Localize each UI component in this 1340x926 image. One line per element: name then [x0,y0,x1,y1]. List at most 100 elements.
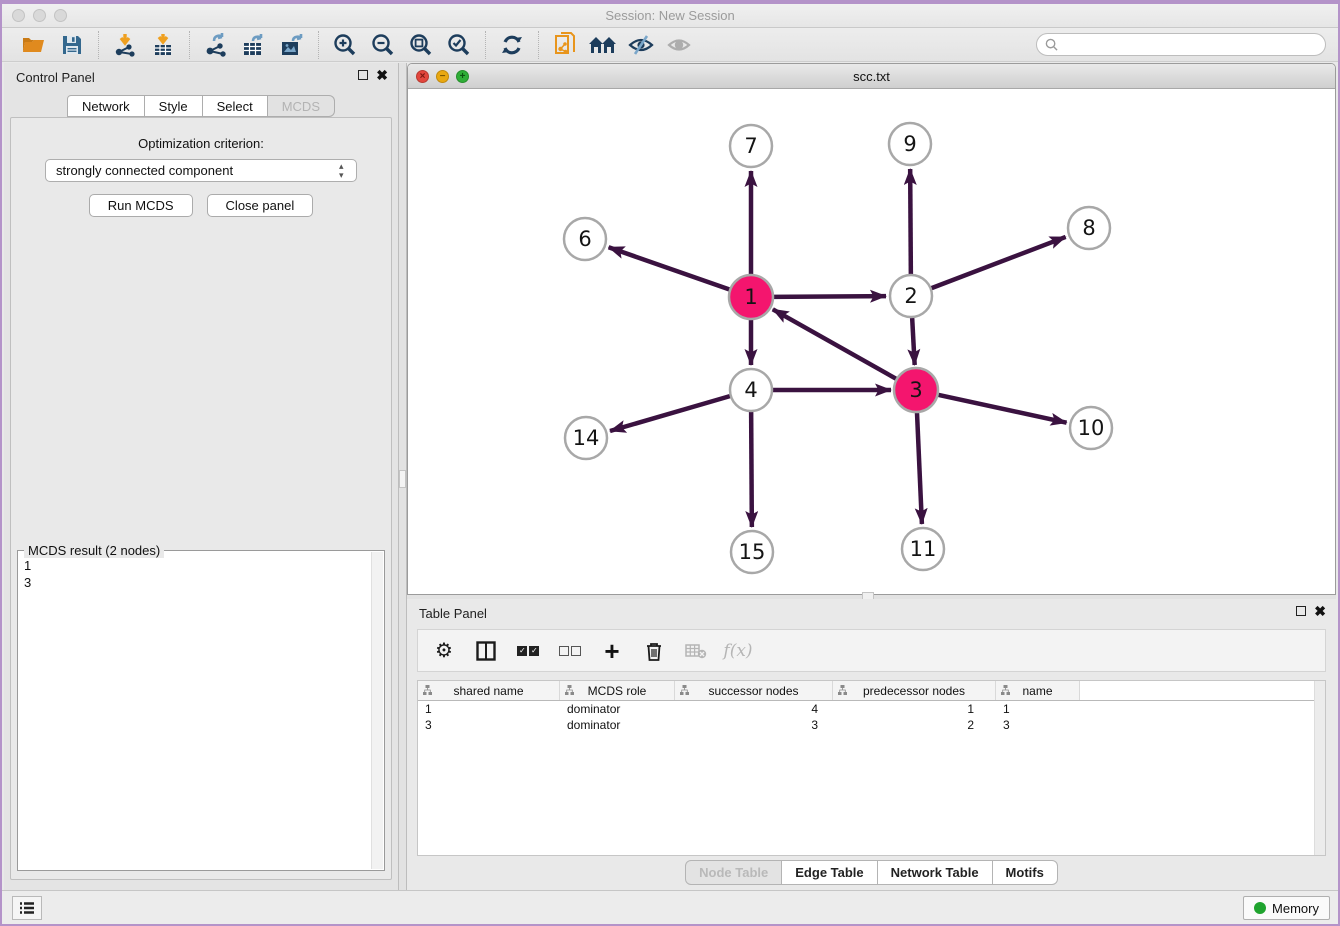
edge-3-10[interactable] [937,395,1066,423]
edge-2-9[interactable] [910,169,911,274]
node-label-1: 1 [744,285,757,309]
delete-table-icon [685,643,707,659]
plus-icon: + [604,641,619,661]
mcds-result-scrollbar[interactable] [371,552,383,869]
main-toolbar [2,28,1338,62]
delete-table-button[interactable] [684,639,708,663]
first-neighbors-button[interactable] [588,31,618,59]
refresh-button[interactable] [497,31,527,59]
delete-column-button[interactable] [642,639,666,663]
add-column-button[interactable]: + [600,639,624,663]
list-icon [19,901,35,915]
edge-3-11[interactable] [917,412,922,524]
vertical-splitter-handle[interactable] [399,470,406,488]
edge-1-6[interactable] [609,247,731,289]
tab-network[interactable]: Network [67,95,145,117]
table-panel-title: Table Panel [419,606,487,621]
column-header-MCDS-role[interactable]: MCDS role [560,681,675,700]
column-header-shared-name[interactable]: shared name [418,681,560,700]
column-layout-button[interactable] [474,639,498,663]
tab-style[interactable]: Style [145,95,203,117]
column-type-icon [565,685,574,696]
close-table-panel-icon[interactable]: ✖ [1314,606,1326,616]
window-title: Session: New Session [2,8,1338,23]
control-panel: Control Panel ✖ NetworkStyleSelectMCDS O… [4,63,398,890]
open-file-button[interactable] [19,31,49,59]
tab-edge-table[interactable]: Edge Table [782,860,877,885]
close-panel-button[interactable]: Close panel [207,194,314,217]
column-type-icon [680,685,689,696]
export-network-button[interactable] [201,31,231,59]
export-image-button[interactable] [277,31,307,59]
tab-select[interactable]: Select [203,95,268,117]
column-header-name[interactable]: name [996,681,1080,700]
edge-4-15[interactable] [751,412,752,527]
table-tabs: Node TableEdge TableNetwork TableMotifs [407,860,1336,885]
float-table-panel-icon[interactable] [1296,606,1306,616]
zoom-out-button[interactable] [368,31,398,59]
zoom-in-button[interactable] [330,31,360,59]
network-window-titlebar[interactable]: × − + scc.txt [408,64,1335,89]
vertical-splitter[interactable] [398,63,407,890]
task-history-button[interactable] [12,896,42,920]
import-network-button[interactable] [110,31,140,59]
edge-1-2[interactable] [773,296,886,297]
import-table-icon [151,33,175,57]
cell-MCDS-role: dominator [560,717,675,733]
memory-button[interactable]: Memory [1243,896,1330,920]
table-row[interactable]: 3dominator323 [418,717,1325,733]
function-builder-button[interactable]: f(x) [726,639,750,663]
node-label-14: 14 [573,426,600,450]
zoom-out-icon [371,33,395,57]
run-mcds-button[interactable]: Run MCDS [89,194,193,217]
zoom-fit-button[interactable] [406,31,436,59]
unselect-all-columns-button[interactable] [558,639,582,663]
titlebar: Session: New Session [2,4,1338,28]
status-bar: Memory [2,890,1338,924]
column-header-successor-nodes[interactable]: successor nodes [675,681,833,700]
tab-network-table[interactable]: Network Table [878,860,993,885]
checked-box-icon [529,646,539,656]
cell-successor-nodes: 4 [675,701,833,717]
zoom-selected-button[interactable] [444,31,474,59]
tab-mcds[interactable]: MCDS [268,95,335,117]
node-label-9: 9 [903,132,916,156]
edge-4-14[interactable] [610,396,730,431]
float-panel-icon[interactable] [358,70,368,80]
edge-3-1[interactable] [773,309,897,379]
table-scrollbar[interactable] [1314,681,1325,855]
gear-icon: ⚙ [435,638,453,663]
column-settings-button[interactable]: ⚙ [432,639,456,663]
select-all-columns-button[interactable] [516,639,540,663]
tab-node-table[interactable]: Node Table [685,860,782,885]
search-box[interactable] [1036,33,1326,56]
cell-name: 3 [996,717,1080,733]
import-table-button[interactable] [148,31,178,59]
column-type-icon [423,685,432,696]
hide-selected-button[interactable] [626,31,656,59]
optimization-criterion-select[interactable]: strongly connected component [45,159,357,182]
save-session-button[interactable] [57,31,87,59]
mcds-result-text[interactable]: 1 3 [20,557,370,868]
column-type-icon [838,685,847,696]
export-table-button[interactable] [239,31,269,59]
close-panel-icon[interactable]: ✖ [376,70,388,80]
control-panel-title: Control Panel [16,70,95,85]
network-canvas[interactable]: 1234678910111415 [408,89,1335,594]
desktop-frame: Session: New Session [0,0,1340,926]
node-label-11: 11 [910,537,937,561]
node-label-10: 10 [1078,416,1105,440]
network-graph[interactable]: 1234678910111415 [408,89,1336,595]
clone-network-button[interactable] [550,31,580,59]
edge-2-3[interactable] [912,318,915,365]
search-input[interactable] [1063,38,1317,52]
unchecked-box-icon [571,646,581,656]
column-header-predecessor-nodes[interactable]: predecessor nodes [833,681,996,700]
edge-2-8[interactable] [932,237,1066,288]
show-all-button[interactable] [664,31,694,59]
table-row[interactable]: 1dominator411 [418,701,1325,717]
tab-motifs[interactable]: Motifs [993,860,1058,885]
cell-name: 1 [996,701,1080,717]
column-header-label: MCDS role [588,684,647,698]
control-panel-tabs: NetworkStyleSelectMCDS [4,95,398,117]
